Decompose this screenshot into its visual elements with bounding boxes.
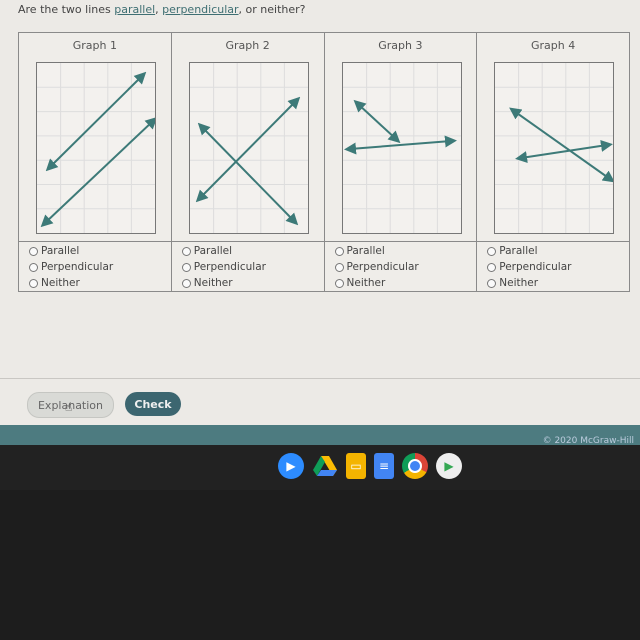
graph-title: Graph 1 — [72, 39, 117, 52]
graph-column-1: Graph 1 Parallel Perpendicular Neither — [19, 33, 172, 291]
graph-plot — [36, 62, 156, 234]
graph-plot — [188, 62, 309, 234]
google-docs-icon[interactable]: ≡ — [374, 453, 394, 479]
option-parallel[interactable]: Parallel — [334, 243, 477, 259]
question-prefix: Are the two lines — [18, 3, 115, 16]
google-drive-icon[interactable] — [312, 453, 338, 479]
os-shelf: ▶ ▭ ≡ ▶ — [0, 445, 640, 490]
chrome-icon[interactable] — [402, 453, 428, 479]
option-label: Neither — [346, 277, 386, 289]
option-label: Parallel — [193, 245, 233, 257]
zoom-icon[interactable]: ▶ — [278, 453, 304, 479]
graph-title: Graph 4 — [531, 39, 576, 52]
radio-button[interactable] — [181, 278, 191, 288]
option-perpendicular[interactable]: Perpendicular — [487, 259, 629, 275]
graph-column-2: Graph 2 Parallel Perpendicular Neither — [171, 33, 325, 291]
divider — [0, 378, 640, 379]
radio-button[interactable] — [487, 262, 497, 272]
radio-button[interactable] — [181, 262, 191, 272]
option-neither[interactable]: Neither — [487, 275, 629, 291]
graph-plot — [341, 62, 462, 234]
option-label: Perpendicular — [346, 261, 419, 273]
line-1 — [509, 107, 614, 183]
line-2 — [195, 96, 300, 203]
option-parallel[interactable]: Parallel — [29, 243, 171, 259]
radio-button[interactable] — [181, 246, 191, 256]
option-label: Parallel — [346, 245, 385, 257]
graph-title: Graph 2 — [225, 39, 270, 52]
graph-svg — [495, 63, 614, 233]
option-perpendicular[interactable]: Perpendicular — [29, 259, 171, 275]
option-label: Perpendicular — [193, 261, 266, 273]
graph-plot — [494, 62, 615, 234]
check-button[interactable]: Check — [125, 392, 181, 416]
radio-button[interactable] — [487, 278, 497, 288]
graph-column-4: Graph 4 Parallel Perpendicular Neither — [477, 33, 629, 291]
line-2 — [343, 135, 457, 155]
option-label: Parallel — [41, 245, 80, 257]
option-perpendicular[interactable]: Perpendicular — [334, 259, 477, 275]
option-label: Parallel — [499, 245, 538, 257]
question-text: Are the two lines parallel, perpendicula… — [18, 3, 306, 16]
option-label: Neither — [41, 277, 80, 289]
answer-options: Parallel Perpendicular Neither — [477, 241, 629, 291]
app-screen: Are the two lines parallel, perpendicula… — [0, 0, 640, 425]
answer-options: Parallel Perpendicular Neither — [171, 241, 324, 291]
option-parallel[interactable]: Parallel — [487, 243, 629, 259]
answer-options: Parallel Perpendicular Neither — [19, 241, 171, 291]
graph-svg — [342, 63, 461, 233]
radio-button[interactable] — [487, 246, 497, 256]
option-neither[interactable]: Neither — [181, 275, 324, 291]
play-store-icon[interactable]: ▶ — [436, 453, 462, 479]
radio-button[interactable] — [334, 278, 344, 288]
graph-column-3: Graph 3 Parallel Perpendicular Neither — [324, 33, 478, 291]
graph-title: Graph 3 — [378, 39, 423, 52]
graph-svg — [37, 63, 155, 233]
graphs-table: Graph 1 Parallel Perpendicular Neither Gra… — [18, 32, 630, 292]
option-neither[interactable]: Neither — [334, 275, 477, 291]
option-perpendicular[interactable]: Perpendicular — [181, 259, 324, 275]
option-parallel[interactable]: Parallel — [181, 243, 324, 259]
radio-button[interactable] — [29, 246, 38, 256]
radio-button[interactable] — [29, 262, 38, 272]
option-label: Neither — [193, 277, 233, 289]
radio-button[interactable] — [334, 246, 344, 256]
hand-cursor-icon: ☝ — [65, 400, 73, 414]
option-neither[interactable]: Neither — [29, 275, 171, 291]
option-label: Neither — [499, 277, 539, 289]
option-label: Perpendicular — [41, 261, 114, 273]
question-suffix: , or neither? — [238, 3, 306, 16]
parallel-link[interactable]: parallel — [114, 3, 155, 16]
line-1 — [197, 122, 298, 226]
option-label: Perpendicular — [499, 261, 572, 273]
radio-button[interactable] — [334, 262, 344, 272]
graph-svg — [189, 63, 308, 233]
line-1 — [45, 71, 147, 172]
google-slides-icon[interactable]: ▭ — [346, 453, 366, 479]
radio-button[interactable] — [29, 278, 38, 288]
answer-options: Parallel Perpendicular Neither — [324, 241, 477, 291]
perpendicular-link[interactable]: perpendicular — [162, 3, 238, 16]
